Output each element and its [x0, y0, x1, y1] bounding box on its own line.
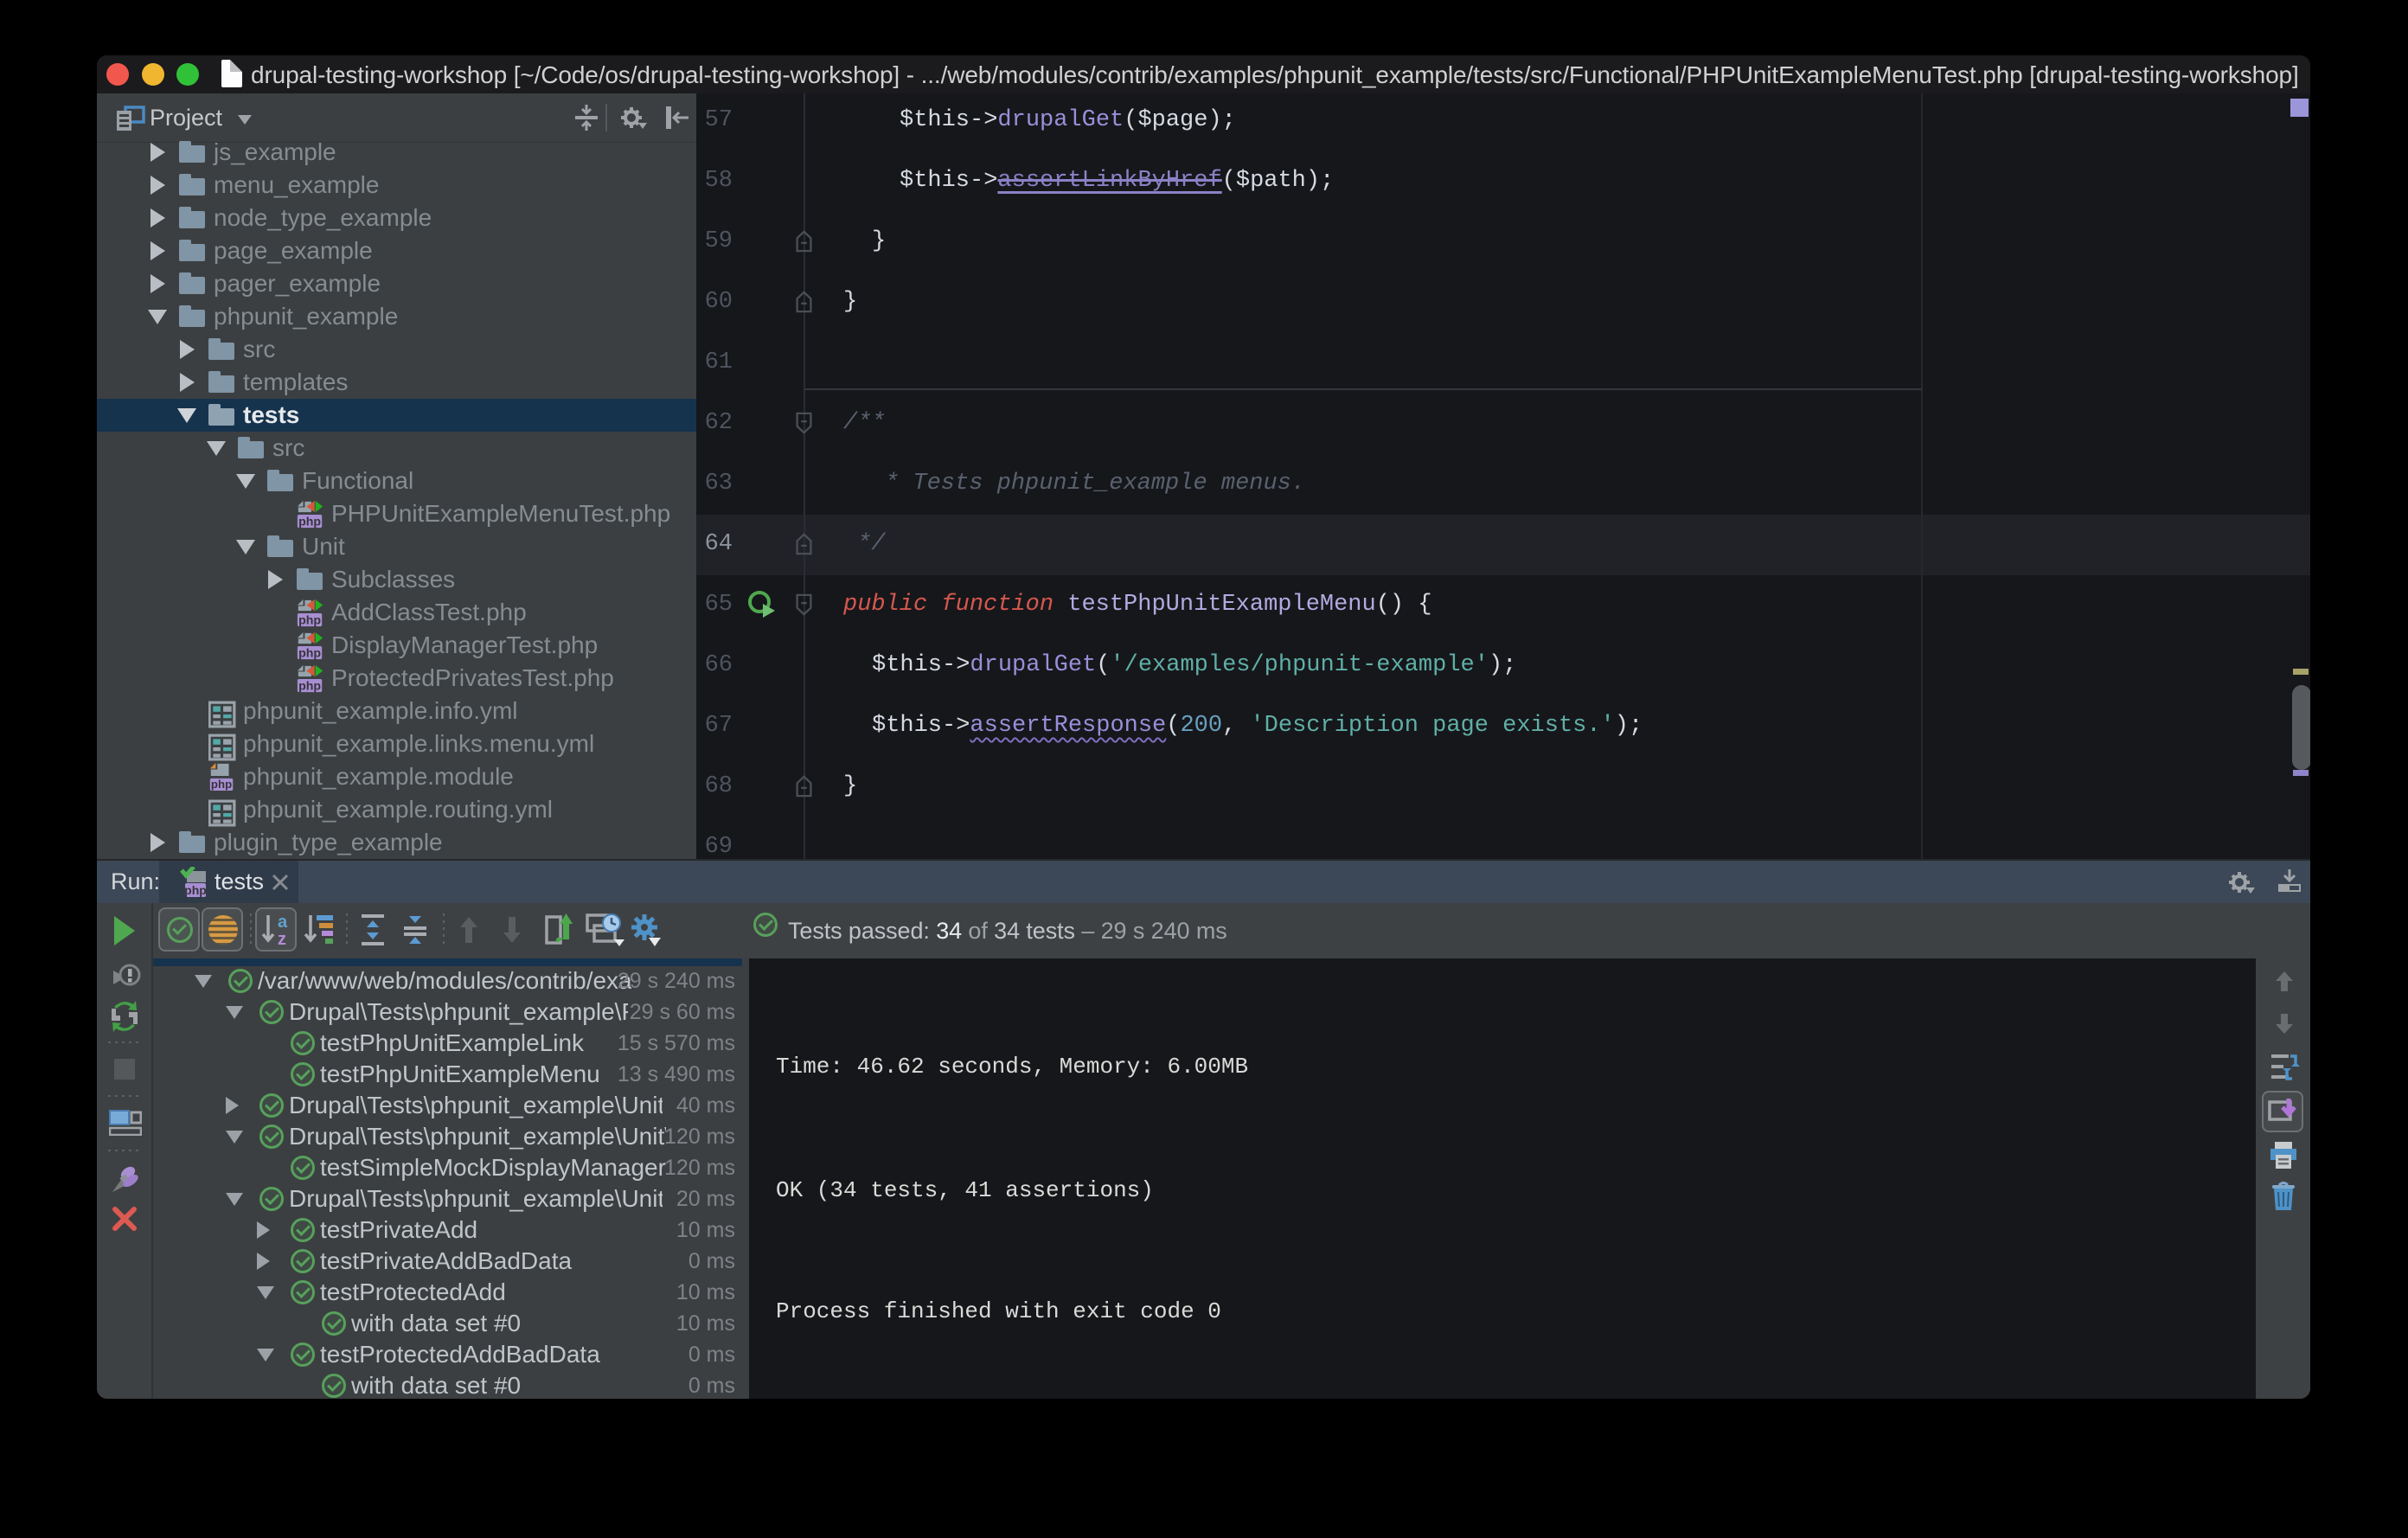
svg-text:php: php [298, 679, 321, 693]
svg-text:php: php [184, 883, 207, 897]
svg-text:php: php [298, 613, 321, 627]
svg-text:php: php [298, 515, 321, 529]
svg-text:a: a [278, 913, 288, 932]
svg-text:php: php [211, 778, 232, 791]
svg-text:php: php [298, 646, 321, 660]
svg-text:z: z [278, 930, 286, 946]
